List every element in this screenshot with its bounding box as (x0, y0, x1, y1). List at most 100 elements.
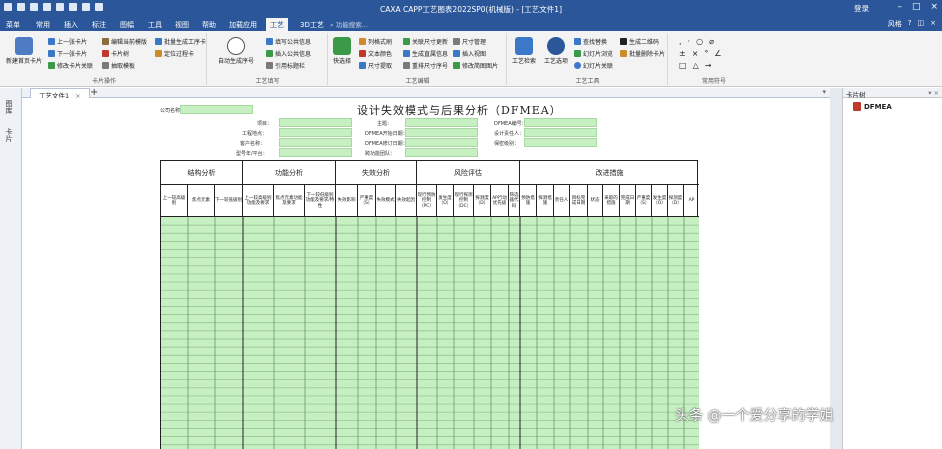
menu-item-help[interactable]: 帮助 (202, 20, 216, 30)
column-header: 失效影响 (336, 185, 358, 217)
extract-icon (102, 62, 109, 69)
pin-icon[interactable]: ▾ × (928, 89, 939, 97)
column-header: AP行动优先级 (491, 185, 509, 217)
new-first-card-button[interactable]: 新建首页卡片 (6, 37, 42, 65)
dfmea-no-label: DFMEA编号： (494, 121, 527, 127)
rearrange-seq-button[interactable]: 重排尺寸序号 (403, 61, 448, 70)
fill-public-button[interactable]: 填写公共信息 (266, 37, 311, 46)
insert-public-button[interactable]: 插入公共信息 (266, 49, 311, 58)
menu-item-addons[interactable]: 加载应用 (229, 20, 257, 30)
symbol-plus-minus-icon[interactable]: ± (679, 49, 686, 58)
column-header: 下一较低级别 (215, 185, 243, 217)
column-header: 责任人 (554, 185, 570, 217)
symbol-square-icon[interactable]: □ (679, 61, 687, 70)
start-date-field[interactable] (405, 128, 478, 137)
size-mgmt-button[interactable]: 尺寸管理 (453, 37, 486, 46)
symbol-degree-icon[interactable]: ° (704, 49, 708, 58)
owner-field[interactable] (524, 128, 597, 137)
symbol-diameter-icon[interactable]: ⌀ (709, 37, 714, 46)
column-header: 现行预防控制（PC） (417, 185, 437, 217)
batch-generate-button[interactable]: 批量生成工序卡 (155, 37, 206, 46)
model-field[interactable] (279, 148, 352, 157)
menu-item-insert[interactable]: 插入 (64, 20, 78, 30)
symbol-comma-icon[interactable]: , (679, 37, 682, 46)
extract-template-button[interactable]: 抽取模板 (102, 61, 135, 70)
engineer-field[interactable] (279, 128, 352, 137)
project-field[interactable] (279, 118, 352, 127)
new-card-icon (15, 37, 33, 55)
menu-item-annotate[interactable]: 标注 (92, 20, 106, 30)
symbol-angle-icon[interactable]: ∠ (714, 49, 721, 58)
symbol-arrow-icon[interactable]: → (705, 61, 712, 70)
doc-close-icon[interactable]: × (930, 19, 936, 29)
column-header: 失效模式 (376, 185, 396, 217)
data-grid[interactable] (161, 217, 699, 449)
menu-item-sheet[interactable]: 图幅 (120, 20, 134, 30)
tab-process-file-1[interactable]: 工艺文件1 × (30, 88, 90, 100)
cite-title-bar-button[interactable]: 引用标题栏 (266, 61, 305, 70)
login-button[interactable]: 登录 (854, 3, 869, 14)
locate-process-button[interactable]: 定位过程卡 (155, 49, 194, 58)
revision-date-field[interactable] (405, 138, 478, 147)
modify-card-relation-button[interactable]: 修改卡片关联 (48, 61, 93, 70)
dfmea-no-field[interactable] (524, 118, 597, 127)
card-relation-button[interactable]: 幻灯片关联 (574, 61, 613, 70)
card-tree-item-dfmea[interactable]: DFMEA (853, 102, 892, 111)
menu-item-tools[interactable]: 工具 (148, 20, 162, 30)
next-card-button[interactable]: 下一张卡片 (48, 49, 87, 58)
process-options-button[interactable]: 工艺选项 (544, 37, 568, 65)
panel-splitter[interactable] (830, 88, 842, 449)
cross-team-field[interactable] (405, 148, 478, 157)
add-tab-button[interactable]: + (90, 87, 98, 98)
confidentiality-field[interactable] (524, 138, 597, 147)
restore-icon[interactable]: ◫ (918, 19, 925, 29)
process-search-button[interactable]: 工艺检索 (512, 37, 536, 65)
qr-code-icon (620, 38, 627, 45)
modify-sketch-button[interactable]: 修改简图图片 (453, 61, 498, 70)
column-header: 探测措施 (537, 185, 554, 217)
column-header: 采取的措施 (603, 185, 620, 217)
menu-item-3d-process[interactable]: 3D工艺 (300, 20, 324, 30)
gen-qr-button[interactable]: 生成二维码 (620, 37, 659, 46)
fast-select-button[interactable]: 快选择 (333, 37, 351, 65)
menu-item-process[interactable]: 工艺 (266, 18, 288, 31)
symbol-circle-icon[interactable]: ○ (696, 37, 703, 46)
size-extract-button[interactable]: 尺寸提取 (359, 61, 392, 70)
card-browse-button[interactable]: 幻灯片浏览 (574, 49, 613, 58)
column-header: 严重度（S） (358, 185, 376, 217)
find-replace-button[interactable]: 查找替换 (574, 37, 607, 46)
prev-card-button[interactable]: 上一张卡片 (48, 37, 87, 46)
generate-detail-button[interactable]: 生成直属信息 (403, 49, 448, 58)
symbol-times-icon[interactable]: × (692, 49, 699, 58)
menu-item-view[interactable]: 视图 (175, 20, 189, 30)
minimize-icon[interactable]: – (897, 2, 902, 12)
drawing-canvas[interactable]: 设计失效模式与后果分析（DFMEA） 公司名称 项目： 工程地点： 客户名称： … (22, 98, 830, 449)
customer-field[interactable] (279, 138, 352, 147)
text-color-button[interactable]: 文本颜色 (359, 49, 392, 58)
subject-field[interactable] (405, 118, 478, 127)
batch-delete-button[interactable]: 批量删除卡片 (620, 49, 665, 58)
card-tree-button[interactable]: 卡片树 (102, 49, 129, 58)
style-dropdown[interactable]: 风格 (888, 19, 902, 29)
symbol-triangle-icon[interactable]: △ (693, 61, 699, 70)
maximize-icon[interactable]: □ (912, 2, 921, 12)
close-icon[interactable]: × (930, 2, 938, 12)
tab-list-chevron-icon[interactable]: ▾ (822, 88, 826, 96)
company-field[interactable] (180, 105, 253, 114)
row-format-button[interactable]: 列格式刷 (359, 37, 392, 46)
insert-view-button[interactable]: 插入视图 (453, 49, 486, 58)
sidebar-tab-library[interactable]: 图库 (4, 100, 14, 114)
edit-template-button[interactable]: 编辑当前模版 (102, 37, 147, 46)
menu-item-common[interactable]: 常用 (36, 20, 50, 30)
relate-size-update-button[interactable]: 关联尺寸更新 (403, 37, 448, 46)
menu-item-main[interactable]: 菜单 (6, 20, 20, 30)
function-search-input[interactable]: ⌕ 功能搜索... (330, 19, 410, 30)
symbol-row-2: ± × ° ∠ (679, 49, 722, 58)
sidebar-tab-card[interactable]: 卡片 (4, 128, 14, 142)
text-color-icon (359, 50, 366, 57)
column-header: 焦点元素功能及要求 (274, 185, 305, 217)
symbol-dot-icon[interactable]: · (688, 37, 691, 46)
auto-seq-button[interactable]: 自动生成序号 (218, 37, 254, 65)
gear-icon (547, 37, 565, 55)
help-icon[interactable]: ? (908, 19, 912, 29)
